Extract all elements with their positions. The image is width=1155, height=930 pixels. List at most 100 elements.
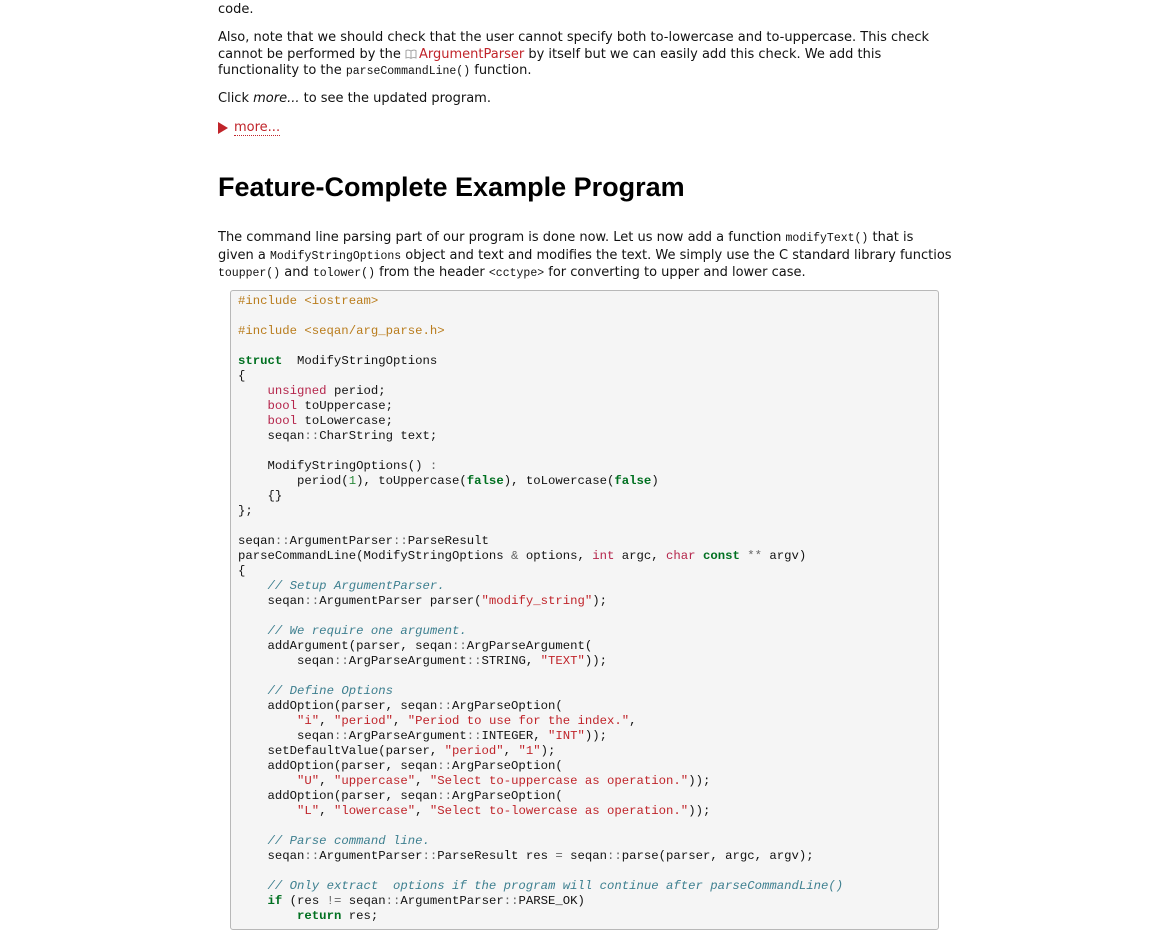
code-token: :: <box>437 759 453 773</box>
section-text-3: object and text and modifies the text. W… <box>401 247 952 263</box>
code-token: "modify_string" <box>481 594 593 608</box>
code-token: ModifyStringOptions() <box>238 459 430 473</box>
code-line: setDefaultValue(parser, "period", "1"); <box>238 744 556 758</box>
code-token: :: <box>466 654 482 668</box>
code-token: :: <box>333 654 349 668</box>
code-token: "period" <box>444 744 504 758</box>
code-token: ArgumentParser <box>289 534 393 548</box>
code-token: return <box>297 909 342 923</box>
code-listing: #include <iostream> #include <seqan/arg_… <box>238 294 843 924</box>
code-token: = <box>555 849 563 863</box>
cctype-code: <cctype> <box>488 267 545 280</box>
code-line: { <box>238 564 245 578</box>
code-line: bool toLowercase; <box>238 414 393 428</box>
code-token: parse(parser, argc, argv); <box>621 849 814 863</box>
code-token: addArgument(parser, seqan <box>238 639 453 653</box>
code-token: char <box>666 549 696 563</box>
code-token: #include <iostream> <box>238 294 379 308</box>
code-line: return res; <box>238 909 378 923</box>
code-line: seqan::ArgParseArgument::STRING, "TEXT")… <box>238 654 607 668</box>
code-token: seqan <box>562 849 608 863</box>
code-token: :: <box>304 594 320 608</box>
code-block[interactable]: #include <iostream> #include <seqan/arg_… <box>230 290 939 930</box>
section-paragraph: The command line parsing part of our pro… <box>218 230 953 283</box>
code-token: ArgParseArgument <box>348 729 467 743</box>
argumentparser-link[interactable]: ArgumentParser <box>405 47 524 62</box>
code-token: "L" <box>297 804 320 818</box>
code-token: seqan <box>341 894 386 908</box>
section-text-5: from the header <box>374 265 489 280</box>
code-token: addOption(parser, seqan <box>238 699 438 713</box>
code-line: if (res != seqan::ArgumentParser::PARSE_… <box>238 894 585 908</box>
code-token: )); <box>688 804 711 818</box>
code-token: ** <box>747 549 763 563</box>
code-token: options, <box>518 549 593 563</box>
tolower-code: tolower() <box>312 267 375 280</box>
code-token: :: <box>437 789 453 803</box>
code-token: :: <box>385 894 401 908</box>
code-token: ArgParseOption( <box>452 699 563 713</box>
code-token: (res <box>282 894 327 908</box>
code-token: ); <box>592 594 608 608</box>
code-token: "1" <box>518 744 541 758</box>
code-token: :: <box>333 729 349 743</box>
code-line: "U", "uppercase", "Select to-uppercase a… <box>238 774 710 788</box>
code-line: #include <iostream> <box>238 294 378 308</box>
code-line: seqan::ArgumentParser::ParseResult <box>238 534 489 548</box>
code-token: argv) <box>762 549 807 563</box>
code-token: : <box>429 459 438 473</box>
code-token: struct <box>238 354 283 368</box>
section-text-6: for converting to upper and lower case. <box>544 265 806 280</box>
code-token: seqan <box>238 594 305 608</box>
code-token: "uppercase" <box>333 774 416 788</box>
code-line: "L", "lowercase", "Select to-lowercase a… <box>238 804 710 818</box>
code-line: // Parse command line. <box>238 834 430 848</box>
code-token: "TEXT" <box>540 654 585 668</box>
code-token: period( <box>238 474 349 488</box>
code-line: addOption(parser, seqan::ArgParseOption( <box>238 759 563 773</box>
code-line: seqan::ArgumentParser::ParseResult res =… <box>238 849 814 863</box>
code-token: :: <box>437 699 453 713</box>
code-token: toUppercase; <box>297 399 393 413</box>
code-token: "U" <box>297 774 320 788</box>
more-toggle[interactable]: more... <box>218 120 281 136</box>
code-token: , <box>415 804 430 818</box>
code-token: unsigned <box>267 384 327 398</box>
code-token: bool <box>267 399 298 413</box>
code-token: "Select to-uppercase as operation." <box>429 774 689 788</box>
code-token: :: <box>607 849 622 863</box>
code-token: )); <box>584 729 608 743</box>
code-token: "i" <box>297 714 320 728</box>
toupper-code: toupper() <box>218 267 281 280</box>
code-token: ArgParseOption( <box>452 759 563 773</box>
code-token: , <box>319 714 334 728</box>
code-line: // Only extract options if the program w… <box>238 879 844 893</box>
click-text-em: more... <box>253 91 300 106</box>
code-token: ModifyStringOptions <box>282 354 438 368</box>
argumentparser-link-label: ArgumentParser <box>419 46 525 62</box>
code-token: addOption(parser, seqan <box>238 759 438 773</box>
code-token: res; <box>341 909 379 923</box>
code-line: ModifyStringOptions() : <box>238 459 438 473</box>
modifytext-code: modifyText() <box>785 232 869 245</box>
code-line: addOption(parser, seqan::ArgParseOption( <box>238 789 563 803</box>
code-token: // Only extract options if the program w… <box>267 879 844 893</box>
code-token: "lowercase" <box>333 804 416 818</box>
code-token: 1 <box>348 474 357 488</box>
code-token: ) <box>651 474 659 488</box>
code-token: seqan <box>238 729 334 743</box>
code-token: :: <box>274 534 290 548</box>
code-token: "Select to-lowercase as operation." <box>429 804 689 818</box>
click-text-before: Click <box>218 91 254 106</box>
check-text-after: function. <box>470 63 532 78</box>
code-token: :: <box>503 894 519 908</box>
section-text-1: The command line parsing part of our pro… <box>218 230 786 245</box>
